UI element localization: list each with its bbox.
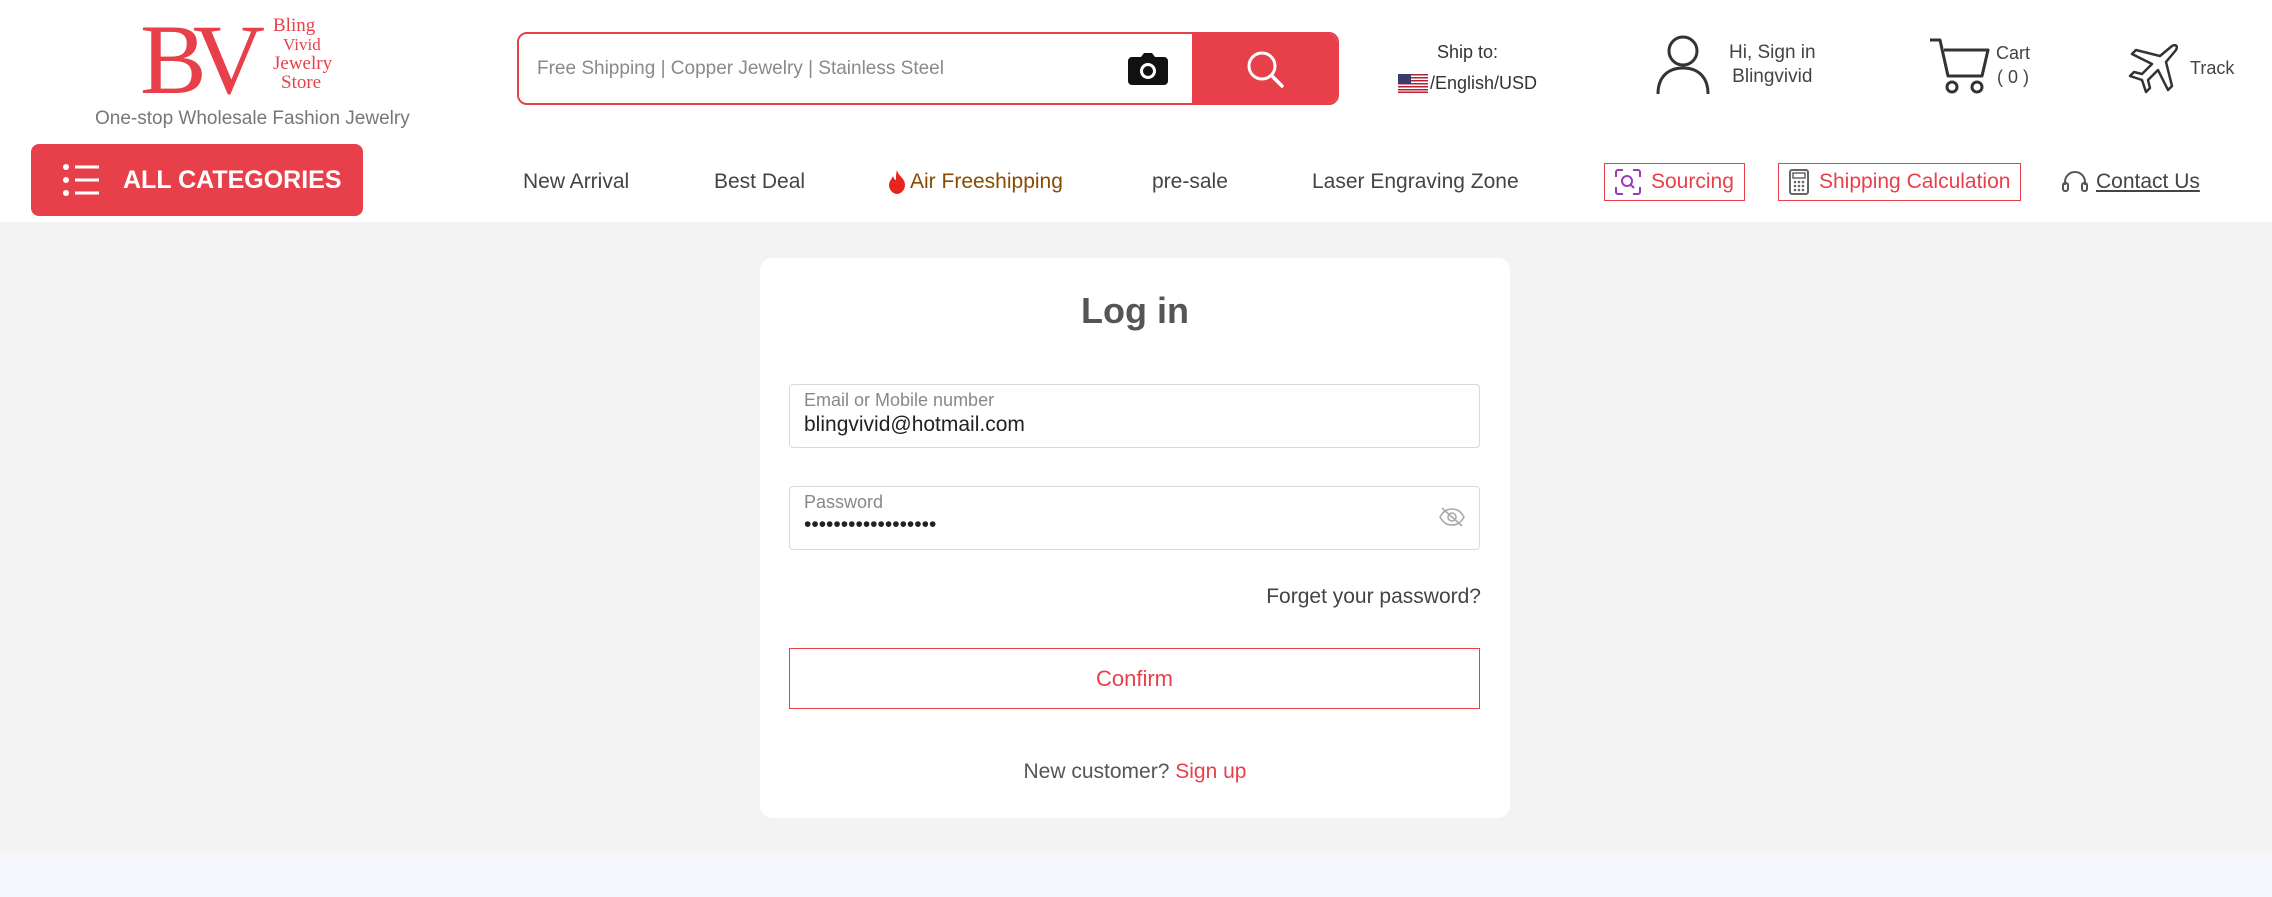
forgot-password-link[interactable]: Forget your password? xyxy=(1266,585,1481,609)
logo-word-3: Jewelry xyxy=(273,53,333,74)
headset-icon xyxy=(2062,171,2088,192)
eye-off-icon[interactable] xyxy=(1439,507,1465,527)
account-link[interactable]: Hi, Sign in Blingvivid xyxy=(1655,34,1816,96)
login-card: Log in Email or Mobile number Password •… xyxy=(760,258,1510,818)
search-icon xyxy=(1247,51,1284,88)
user-icon xyxy=(1656,35,1710,95)
search-button[interactable] xyxy=(1192,34,1337,103)
password-field[interactable]: Password •••••••••••••••••• xyxy=(789,486,1480,550)
email-input[interactable] xyxy=(804,413,1424,437)
cart-icon xyxy=(1930,38,1990,94)
nav-contact-us[interactable]: Contact Us xyxy=(2062,170,2200,194)
email-label: Email or Mobile number xyxy=(804,390,995,410)
account-username: Blingvivid xyxy=(1732,66,1813,87)
cart-count: ( 0 ) xyxy=(1997,67,2030,87)
nav-laser-engraving[interactable]: Laser Engraving Zone xyxy=(1312,170,1519,194)
calculator-icon xyxy=(1789,169,1809,195)
camera-icon[interactable] xyxy=(1104,34,1192,103)
airplane-icon xyxy=(2128,43,2179,94)
cart-link[interactable]: Cart ( 0 ) xyxy=(1928,34,2030,96)
nav-sourcing[interactable]: Sourcing xyxy=(1604,163,1745,201)
nav-pre-sale[interactable]: pre-sale xyxy=(1152,170,1228,194)
logo-tagline: One-stop Wholesale Fashion Jewelry xyxy=(95,108,410,129)
ship-to-value: /English/USD xyxy=(1429,73,1538,93)
logo-word-2: Vivid xyxy=(283,35,321,54)
cart-label: Cart xyxy=(1996,43,2031,63)
new-customer-prompt: New customer? Sign up xyxy=(760,760,1510,784)
nav-contact-us-label: Contact Us xyxy=(2096,170,2200,193)
password-input[interactable]: •••••••••••••••••• xyxy=(804,513,1424,537)
nav-shipping-calculation[interactable]: Shipping Calculation xyxy=(1778,163,2022,201)
ship-to-label: Ship to: xyxy=(1436,42,1499,62)
sign-up-link[interactable]: Sign up xyxy=(1175,760,1246,783)
logo-word-1: Bling xyxy=(273,15,316,36)
footer-strip xyxy=(0,852,2272,897)
site-logo[interactable]: BV Bling Vivid Jewelry Store xyxy=(130,10,370,110)
search-input[interactable] xyxy=(519,34,1104,103)
email-field[interactable]: Email or Mobile number xyxy=(789,384,1480,448)
ship-to-selector[interactable]: Ship to: /English/USD xyxy=(1390,42,1545,94)
all-categories-button[interactable]: ALL CATEGORIES xyxy=(31,144,363,216)
confirm-button[interactable]: Confirm xyxy=(789,648,1480,709)
flame-icon xyxy=(889,170,905,194)
list-icon xyxy=(63,164,99,196)
nav-new-arrival[interactable]: New Arrival xyxy=(523,170,629,194)
logo-word-4: Store xyxy=(281,72,322,93)
login-title: Log in xyxy=(1081,290,1189,331)
nav-shipping-calculation-label: Shipping Calculation xyxy=(1819,170,2011,193)
nav-air-freeshipping[interactable]: Air Freeshipping xyxy=(888,170,1063,194)
us-flag-icon xyxy=(1397,74,1428,93)
logo-wordmark: Bling Vivid Jewelry Store xyxy=(273,16,332,92)
search-bar xyxy=(517,32,1339,105)
password-label: Password xyxy=(804,492,884,512)
account-signin-text: Hi, Sign in xyxy=(1729,42,1816,63)
all-categories-label: ALL CATEGORIES xyxy=(123,165,342,194)
nav-best-deal[interactable]: Best Deal xyxy=(714,170,805,194)
new-customer-text: New customer? xyxy=(1023,760,1170,783)
track-label: Track xyxy=(2190,57,2235,78)
logo-monogram: BV xyxy=(140,4,265,115)
nav-sourcing-label: Sourcing xyxy=(1651,170,1734,193)
track-link[interactable]: Track xyxy=(2128,42,2234,94)
nav-air-freeshipping-label: Air Freeshipping xyxy=(910,170,1063,193)
site-header: BV Bling Vivid Jewelry Store One-stop Wh… xyxy=(0,0,2272,222)
scan-search-icon xyxy=(1615,169,1641,195)
